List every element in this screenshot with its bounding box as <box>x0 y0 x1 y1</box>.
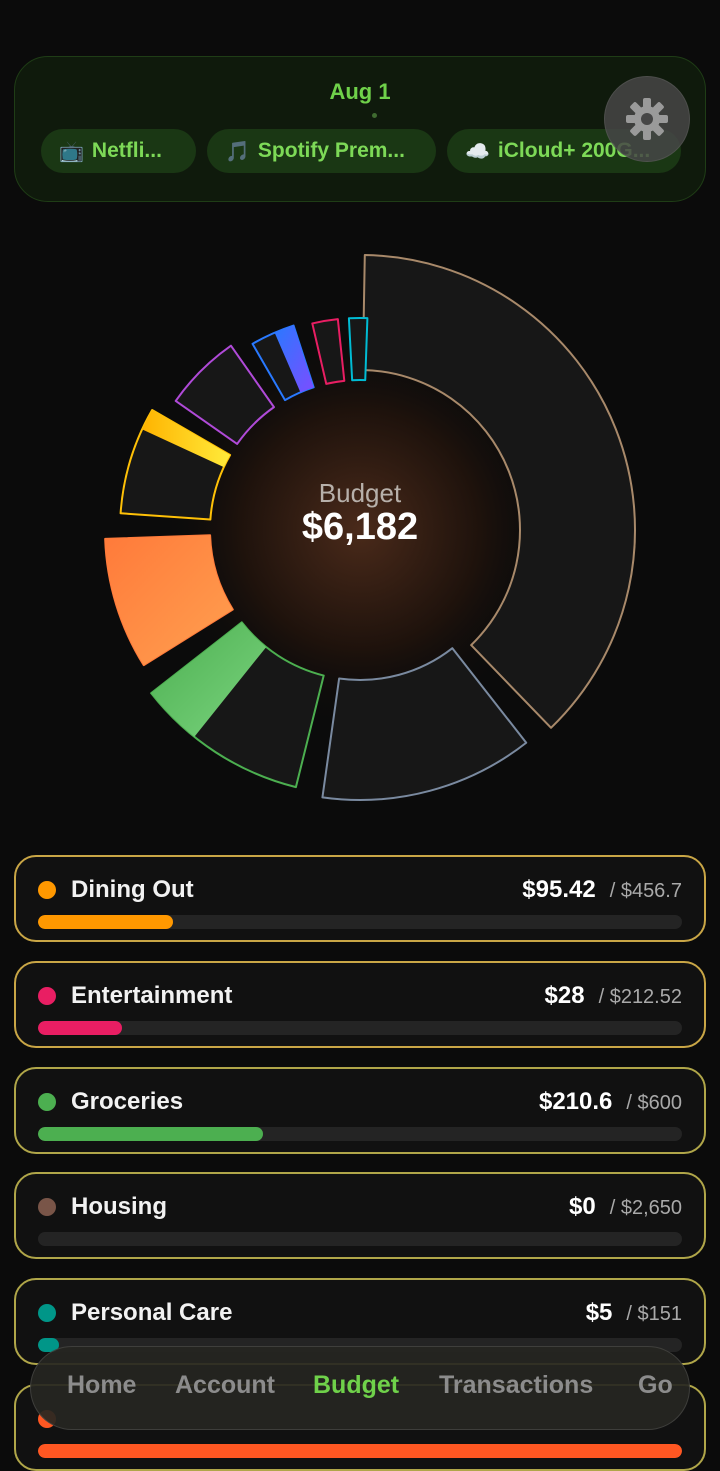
category-spent: $210.6 <box>538 1088 613 1115</box>
category-card-dining-out[interactable]: Dining Out $95.42 / $456.7 <box>14 855 706 942</box>
category-color-dot <box>38 1093 56 1111</box>
category-name: Groceries <box>71 1088 184 1115</box>
nav-budget[interactable]: Budget <box>313 1371 399 1400</box>
category-limit: / $212.52 <box>598 986 682 1008</box>
category-progress-fill <box>38 915 174 929</box>
subscription-label: Netfli... <box>91 139 162 162</box>
category-limit: / $600 <box>626 1092 682 1114</box>
category-name: Entertainment <box>71 982 233 1009</box>
category-spent: $95.42 <box>522 876 596 903</box>
category-name: Housing <box>71 1193 167 1220</box>
gear-icon <box>626 98 668 140</box>
category-limit: / $456.7 <box>609 880 682 902</box>
tv-icon: 📺 <box>59 140 84 163</box>
budget-title: Budget <box>318 478 402 508</box>
nav-account[interactable]: Account <box>175 1371 275 1400</box>
bottom-nav: Home Account Budget Transactions Go <box>30 1346 690 1430</box>
category-progress-fill <box>38 1127 264 1141</box>
category-color-dot <box>38 1198 56 1216</box>
category-progress-fill <box>38 1021 122 1035</box>
category-progress-track <box>38 1232 682 1246</box>
category-progress-track <box>38 1127 682 1141</box>
category-color-dot <box>38 881 56 899</box>
nav-home[interactable]: Home <box>67 1371 136 1400</box>
category-name: Dining Out <box>71 876 194 903</box>
category-progress-track <box>38 915 682 929</box>
cloud-icon: ☁️ <box>465 140 490 163</box>
page-indicator-dot <box>372 113 377 118</box>
category-name: Personal Care <box>71 1299 233 1326</box>
category-spent: $28 <box>544 982 585 1009</box>
subscription-label: Spotify Prem... <box>257 139 405 162</box>
budget-total: $6,182 <box>301 506 419 548</box>
category-spent: $0 <box>569 1193 596 1220</box>
category-card-housing[interactable]: Housing $0 / $2,650 <box>14 1172 706 1259</box>
category-card-entertainment[interactable]: Entertainment $28 / $212.52 <box>14 961 706 1048</box>
subscriptions-bar: Aug 1 📺 Netfli... 🎵 Spotify Prem... ☁️ i… <box>14 56 706 202</box>
nav-goals[interactable]: Go <box>638 1371 673 1400</box>
music-note-icon: 🎵 <box>225 140 250 163</box>
subscription-pill-spotify[interactable]: 🎵 Spotify Prem... <box>207 129 436 173</box>
category-progress-fill <box>38 1444 682 1458</box>
category-color-dot <box>38 1304 56 1322</box>
category-card-groceries[interactable]: Groceries $210.6 / $600 <box>14 1067 706 1154</box>
category-limit: / $2,650 <box>609 1197 682 1219</box>
donut-segment-teal[interactable] <box>347 317 369 382</box>
category-progress-track <box>38 1021 682 1035</box>
nav-transactions[interactable]: Transactions <box>439 1371 593 1400</box>
subscription-date: Aug 1 <box>329 79 391 104</box>
settings-button[interactable] <box>604 76 690 162</box>
category-spent: $5 <box>585 1299 613 1326</box>
subscription-pill-netflix[interactable]: 📺 Netfli... <box>41 129 196 173</box>
category-limit: / $151 <box>626 1303 682 1325</box>
category-color-dot <box>38 987 56 1005</box>
category-progress-track <box>38 1444 682 1458</box>
